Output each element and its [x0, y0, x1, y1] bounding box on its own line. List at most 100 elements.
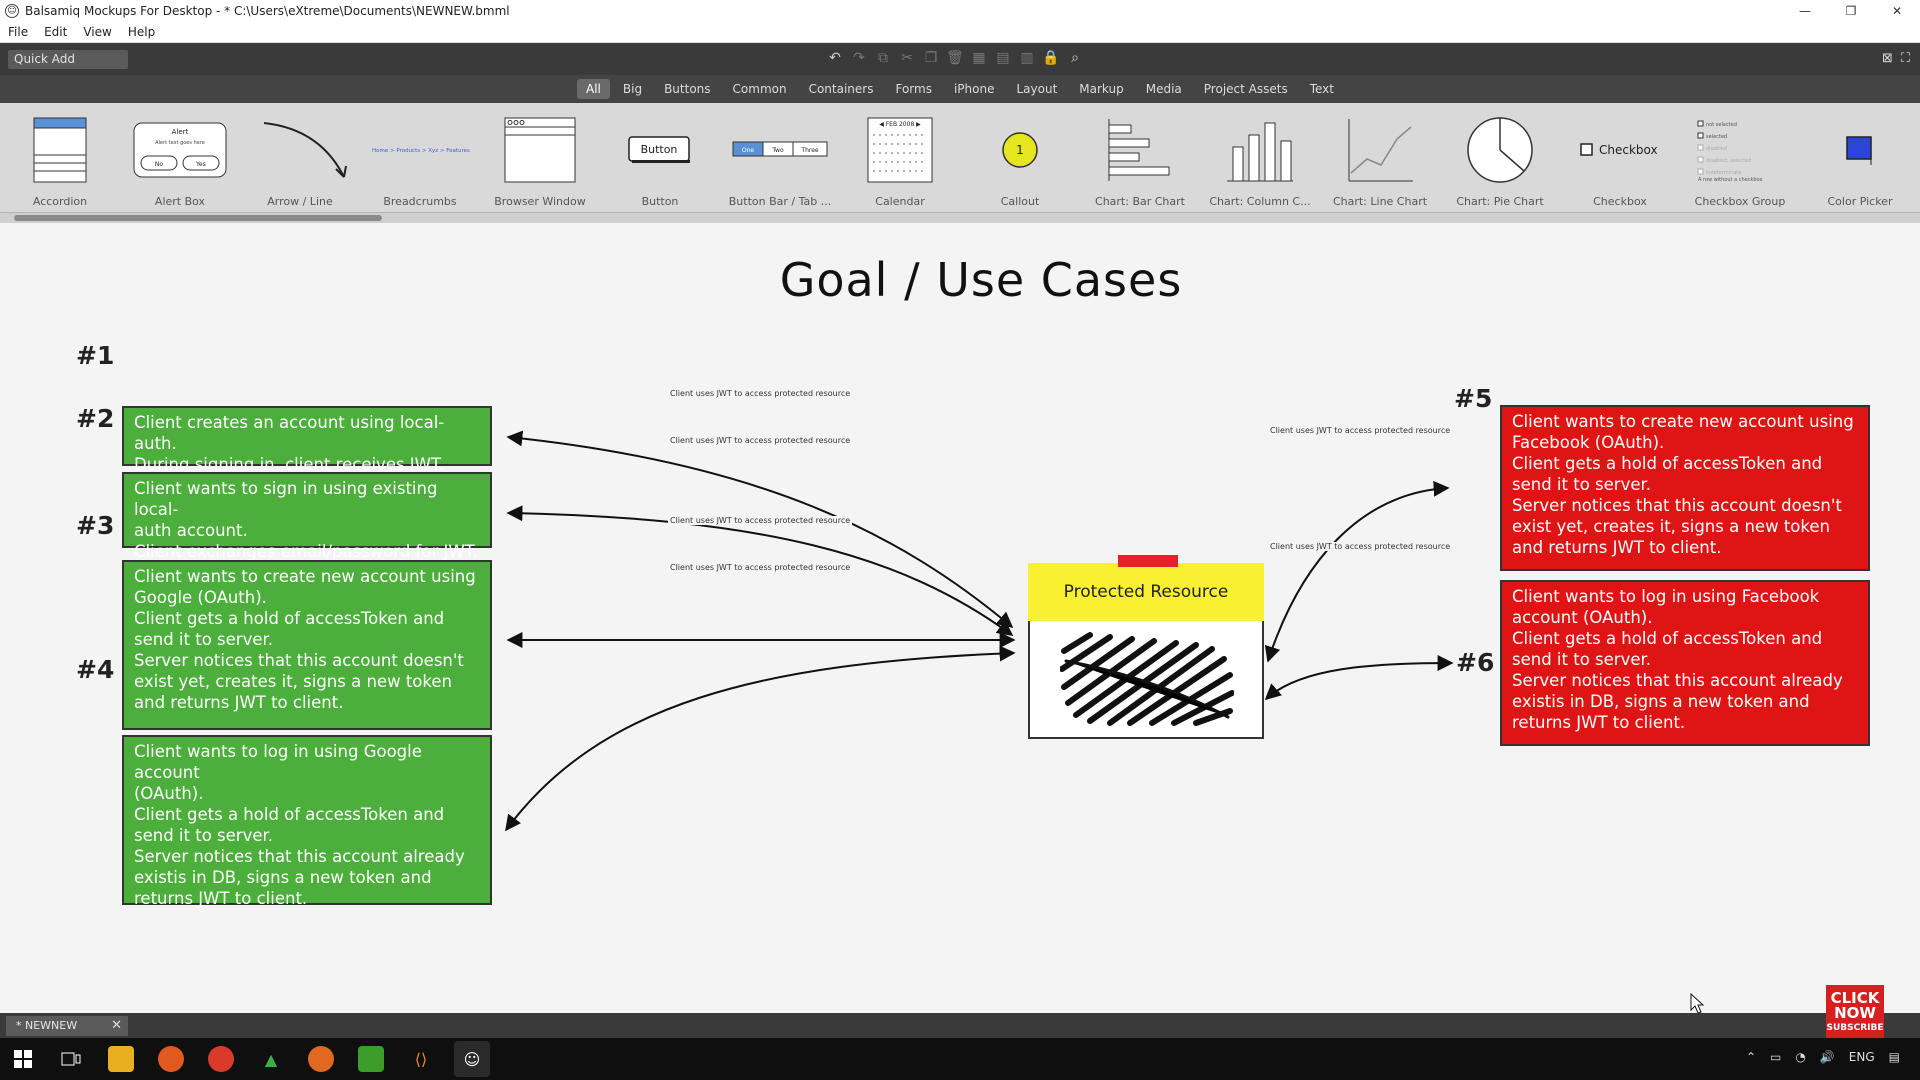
use-case-5[interactable]: Client wants to create new account using…: [1500, 405, 1870, 571]
library-item-pie-chart[interactable]: Chart: Pie Chart: [1440, 103, 1560, 213]
browser-window-icon: [490, 115, 590, 185]
tab-text[interactable]: Text: [1301, 79, 1343, 99]
library-item-button-bar[interactable]: One Two Three Button Bar / Tab ...: [720, 103, 840, 213]
library-item-calendar[interactable]: ◀ FEB 2008 ▶ Calendar: [840, 103, 960, 213]
use-case-1[interactable]: Client creates an account using local-au…: [122, 406, 492, 474]
use-case-2[interactable]: Client wants to sign in using existing l…: [122, 472, 492, 561]
tab-iphone[interactable]: iPhone: [945, 79, 1004, 99]
tab-common[interactable]: Common: [724, 79, 796, 99]
menu-view[interactable]: View: [75, 25, 119, 39]
subscribe-line-2: NOW: [1834, 1004, 1876, 1022]
media-app-icon[interactable]: [308, 1046, 334, 1072]
document-tab[interactable]: * NEWNEW ✕: [6, 1016, 128, 1036]
cbgroup-thumb-1: not selected: [1706, 122, 1737, 128]
use-case-6[interactable]: Client wants to log in using Facebook ac…: [1500, 580, 1870, 746]
library-scrollbar-thumb[interactable]: [14, 215, 382, 221]
library-item-checkbox[interactable]: Checkbox Checkbox: [1560, 103, 1680, 213]
case-3-line: send it to server.: [134, 630, 273, 649]
bring-front-icon[interactable]: ▤: [994, 49, 1012, 67]
menu-edit[interactable]: Edit: [36, 25, 75, 39]
send-back-icon[interactable]: ▥: [1018, 49, 1036, 67]
tab-markup[interactable]: Markup: [1070, 79, 1132, 99]
use-case-3[interactable]: Client wants to create new account using…: [122, 560, 492, 730]
tree-app-icon[interactable]: ▲: [258, 1046, 284, 1072]
alert-thumb-yes: Yes: [195, 161, 206, 168]
collapse-panel-icon[interactable]: ⊠: [1882, 51, 1893, 66]
library-item-callout[interactable]: 1 Callout: [960, 103, 1080, 213]
minimize-button[interactable]: —: [1782, 0, 1828, 22]
library-item-checkbox-group[interactable]: not selected selected disabled disabled,…: [1680, 103, 1800, 213]
library-scrollbar[interactable]: [0, 213, 1920, 223]
case-6-line: Server notices that this account already: [1512, 671, 1843, 690]
library-item-color-picker[interactable]: Color Picker: [1800, 103, 1920, 213]
tab-layout[interactable]: Layout: [1007, 79, 1066, 99]
case-1-line: Client creates an account using local-au…: [134, 413, 445, 453]
wifi-icon[interactable]: ◔: [1795, 1050, 1805, 1064]
case-4-line: (OAuth).: [134, 784, 204, 803]
copy-icon[interactable]: ⧉: [874, 49, 892, 67]
library-item-label: Browser Window: [494, 195, 586, 208]
lock-icon[interactable]: 🔒: [1042, 49, 1060, 67]
library-item-breadcrumbs[interactable]: Home > Products > Xyz > Features Breadcr…: [360, 103, 480, 213]
duplicate-icon[interactable]: ❐: [922, 49, 940, 67]
close-tab-icon[interactable]: ✕: [111, 1018, 122, 1033]
tab-project-assets[interactable]: Project Assets: [1195, 79, 1297, 99]
tab-big[interactable]: Big: [614, 79, 651, 99]
case-5-line: Facebook (OAuth).: [1512, 433, 1665, 452]
button-thumb-label: Button: [641, 143, 678, 156]
tab-buttons[interactable]: Buttons: [655, 79, 719, 99]
library-item-line-chart[interactable]: Chart: Line Chart: [1320, 103, 1440, 213]
library-item-bar-chart[interactable]: Chart: Bar Chart: [1080, 103, 1200, 213]
case-number-3: #3: [76, 511, 115, 540]
volume-icon[interactable]: 🔊: [1820, 1050, 1835, 1064]
use-case-4[interactable]: Client wants to log in using Google acco…: [122, 735, 492, 908]
tab-media[interactable]: Media: [1137, 79, 1191, 99]
balsamiq-taskbar-icon[interactable]: ☺: [454, 1041, 490, 1077]
tray-chevron-icon[interactable]: ⌃: [1746, 1050, 1756, 1064]
undo-icon[interactable]: ↶: [826, 49, 844, 67]
library-item-accordion[interactable]: Accordion: [0, 103, 120, 213]
scribble-image-icon: [1060, 632, 1234, 726]
chrome-icon[interactable]: [208, 1046, 234, 1072]
bar-thumb-three: Three: [800, 147, 818, 154]
menu-file[interactable]: File: [0, 25, 36, 39]
document-tab-label: * NEWNEW: [16, 1019, 78, 1032]
cut-icon[interactable]: ✂: [898, 49, 916, 67]
library-item-column-chart[interactable]: Chart: Column C...: [1200, 103, 1320, 213]
language-indicator[interactable]: ENG: [1849, 1050, 1875, 1064]
delete-icon[interactable]: 🗑: [946, 49, 964, 67]
protected-resource[interactable]: Protected Resource: [1028, 555, 1264, 739]
case-4-line: Client wants to log in using Google acco…: [134, 742, 422, 782]
battery-icon[interactable]: ▭: [1770, 1050, 1781, 1064]
library-item-alert-box[interactable]: Alert Alert text goes here No Yes Alert Box: [120, 103, 240, 213]
library-item-label: Chart: Column C...: [1209, 195, 1311, 208]
mockup-canvas[interactable]: Goal / Use Cases Client uses JWT to acce…: [0, 223, 1920, 1014]
library-item-label: Chart: Line Chart: [1332, 195, 1428, 208]
tab-containers[interactable]: Containers: [800, 79, 883, 99]
library-item-label: Checkbox Group: [1694, 195, 1786, 208]
spreadsheet-app-icon[interactable]: [358, 1046, 384, 1072]
windows-start-icon[interactable]: [10, 1046, 36, 1072]
quick-add-input[interactable]: Quick Add: [8, 50, 128, 69]
library-item-button[interactable]: Button Button: [600, 103, 720, 213]
group-icon[interactable]: ▦: [970, 49, 988, 67]
code-editor-icon[interactable]: ⟨⟩: [408, 1046, 434, 1072]
file-explorer-icon[interactable]: [108, 1046, 134, 1072]
tab-all[interactable]: All: [577, 79, 610, 99]
close-button[interactable]: ✕: [1874, 0, 1920, 22]
subscribe-badge[interactable]: CLICK NOW SUBSCRIBE: [1826, 985, 1884, 1043]
tab-forms[interactable]: Forms: [886, 79, 940, 99]
firefox-icon[interactable]: [158, 1046, 184, 1072]
fullscreen-icon[interactable]: ⛶: [1901, 51, 1910, 66]
case-3-line: Client wants to create new account using: [134, 567, 476, 586]
cbgroup-thumb-3: disabled: [1706, 146, 1727, 152]
search-icon[interactable]: ⌕: [1066, 49, 1084, 67]
case-4-line: Client gets a hold of accessToken and: [134, 805, 445, 824]
library-item-arrow-line[interactable]: Arrow / Line: [240, 103, 360, 213]
redo-icon[interactable]: ↷: [850, 49, 868, 67]
task-view-icon[interactable]: [58, 1046, 84, 1072]
maximize-button[interactable]: ❐: [1828, 0, 1874, 22]
menu-help[interactable]: Help: [120, 25, 163, 39]
library-item-browser-window[interactable]: Browser Window: [480, 103, 600, 213]
notifications-icon[interactable]: ▤: [1889, 1050, 1900, 1064]
